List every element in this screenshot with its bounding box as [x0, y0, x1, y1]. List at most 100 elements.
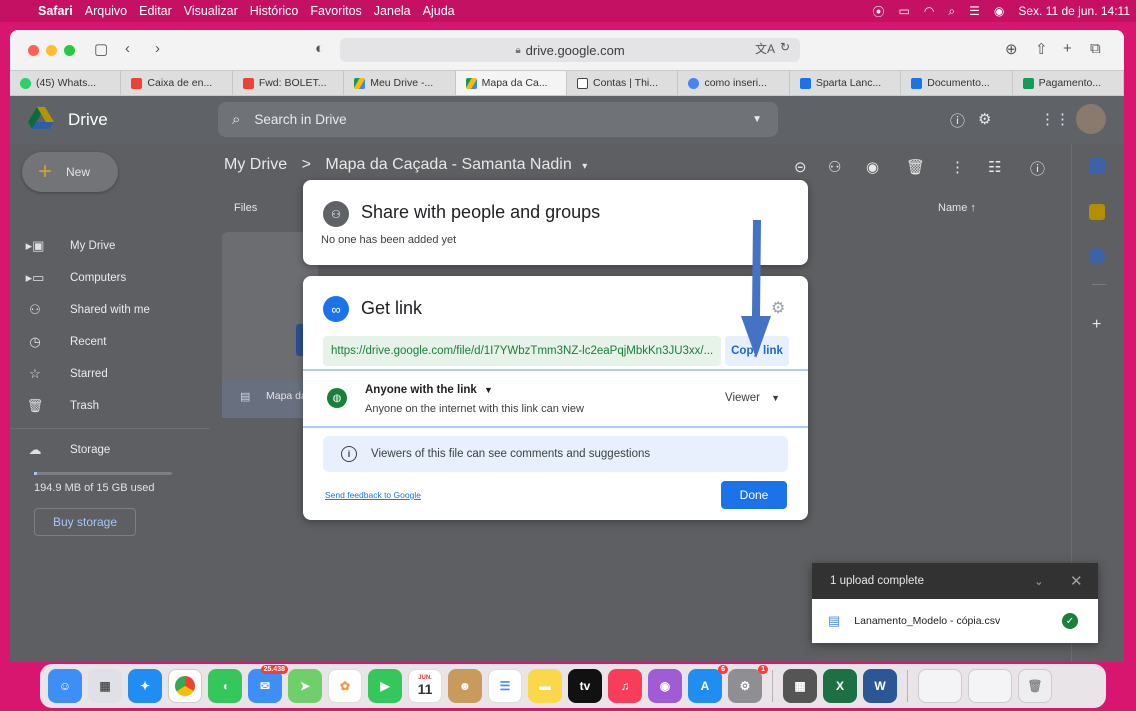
sidebar-item-starred[interactable]: ☆ Starred	[24, 362, 108, 386]
menu-historico[interactable]: Histórico	[250, 4, 299, 18]
messages-icon[interactable]: ◖	[208, 669, 242, 703]
safari-icon[interactable]: ✦	[128, 669, 162, 703]
tab-documento[interactable]: Documento...	[901, 71, 1013, 95]
tasks-icon[interactable]	[1089, 248, 1105, 264]
link-settings-gear-icon[interactable]: ⚙	[771, 298, 785, 318]
apple-tv-icon[interactable]: tv	[568, 669, 602, 703]
photos-icon[interactable]: ✿	[328, 669, 362, 703]
close-icon[interactable]: ✕	[1070, 572, 1083, 590]
podcasts-icon[interactable]: ◉	[648, 669, 682, 703]
avatar[interactable]	[1076, 104, 1106, 134]
share-people-card[interactable]: ⚇ Share with people and groups No one ha…	[303, 180, 808, 265]
role-dropdown[interactable]: Viewer ▼	[725, 392, 780, 404]
word-icon[interactable]: W	[863, 669, 897, 703]
facetime-icon[interactable]: ▶	[368, 669, 402, 703]
spotlight-icon[interactable]: ⌕	[948, 4, 955, 19]
sidebar-toggle-icon[interactable]: ▢	[94, 40, 108, 58]
privacy-shield-icon[interactable]: ◐	[315, 40, 324, 57]
search-icon[interactable]: ⌕	[232, 111, 240, 128]
done-button[interactable]: Done	[721, 481, 787, 509]
send-feedback-link[interactable]: Send feedback to Google	[325, 490, 421, 500]
info-icon[interactable]: ⓘ	[1030, 158, 1045, 179]
keep-icon[interactable]	[1089, 204, 1105, 220]
add-addon-icon[interactable]: +	[1092, 316, 1101, 334]
control-center-icon[interactable]: ☰	[969, 4, 980, 18]
tab-overview-icon[interactable]: ⧉	[1090, 40, 1101, 57]
tab-pagamento[interactable]: Pagamento...	[1013, 71, 1124, 95]
menu-ajuda[interactable]: Ajuda	[423, 4, 455, 18]
tab-google-search[interactable]: como inseri...	[678, 71, 790, 95]
reload-icon[interactable]: ↻	[780, 40, 790, 54]
sidebar-item-recent[interactable]: ◷ Recent	[24, 330, 106, 354]
address-bar[interactable]: 🔒︎ drive.google.com	[340, 38, 800, 62]
zoom-window-button[interactable]	[64, 45, 75, 56]
menu-editar[interactable]: Editar	[139, 4, 172, 18]
tab-notion-contas[interactable]: Contas | Thi...	[567, 71, 679, 95]
app-store-icon[interactable]: A6	[688, 665, 728, 703]
maps-icon[interactable]: ➤	[288, 669, 322, 703]
share-icon[interactable]: ⇧	[1035, 40, 1048, 58]
collapse-chevron-icon[interactable]: ⌄	[1034, 574, 1044, 588]
recent-window-thumbnail[interactable]	[918, 669, 962, 703]
breadcrumb-folder[interactable]: Mapa da Caçada - Samanta Nadin	[325, 156, 571, 173]
reminders-icon[interactable]: ☰	[488, 669, 522, 703]
link-url-field[interactable]: https://drive.google.com/file/d/1I7YWbzT…	[323, 336, 721, 366]
access-scope-dropdown[interactable]: Anyone with the link ▼	[365, 384, 493, 396]
uploaded-file-row[interactable]: ▤ Lanamento_Modelo - cópia.csv ✓	[812, 599, 1098, 643]
sidebar-item-storage[interactable]: ☁ Storage	[24, 438, 111, 462]
mail-icon[interactable]: ✉ 25.438	[248, 665, 288, 703]
menubar-clock[interactable]: Sex. 11 de jun. 14:11	[1018, 4, 1130, 18]
chrome-icon[interactable]	[168, 669, 202, 703]
tab-mapa-da-cacada[interactable]: Mapa da Ca...	[455, 71, 568, 95]
drive-title[interactable]: Drive	[68, 110, 108, 130]
back-icon[interactable]: ‹	[125, 40, 130, 57]
new-button[interactable]: + New	[22, 152, 118, 192]
finder-icon[interactable]: ☺	[48, 669, 82, 703]
forward-icon[interactable]: ›	[155, 40, 160, 57]
menu-visualizar[interactable]: Visualizar	[184, 4, 238, 18]
trash-icon[interactable]: 🗑︎	[906, 158, 925, 176]
tab-sparta[interactable]: Sparta Lanc...	[790, 71, 902, 95]
launchpad-icon[interactable]: ▦	[88, 669, 122, 703]
menu-favoritos[interactable]: Favoritos	[310, 4, 361, 18]
download-icon[interactable]: ⊕	[1005, 40, 1018, 58]
chevron-down-icon[interactable]: ▾	[582, 161, 587, 172]
menu-safari[interactable]: Safari	[38, 4, 73, 18]
new-tab-icon[interactable]: +	[1063, 40, 1072, 57]
calendar-icon[interactable]	[1089, 158, 1105, 174]
more-options-icon[interactable]: ⋮	[950, 158, 965, 176]
trash-icon[interactable]: 🗑︎	[1018, 669, 1052, 703]
drive-logo-icon[interactable]	[28, 107, 54, 129]
sidebar-item-computers[interactable]: ▸▭ Computers	[24, 266, 127, 290]
contacts-icon[interactable]: ☻	[448, 669, 482, 703]
help-icon[interactable]: ⓘ	[950, 110, 965, 131]
recent-window-thumbnail[interactable]	[968, 669, 1012, 703]
menu-janela[interactable]: Janela	[374, 4, 411, 18]
sort-by-name-header[interactable]: Name ↑	[938, 202, 976, 214]
buy-storage-button[interactable]: Buy storage	[34, 508, 136, 536]
preview-eye-icon[interactable]: ◉	[866, 158, 879, 176]
siri-icon[interactable]: ◉	[994, 4, 1004, 18]
search-options-icon[interactable]: ▼	[752, 114, 762, 125]
screen-record-icon[interactable]: ⦿	[873, 3, 885, 20]
excel-icon[interactable]: X	[823, 669, 857, 703]
settings-gear-icon[interactable]: ⚙	[978, 110, 991, 128]
search-input[interactable]: ⌕ Search in Drive ▼	[218, 102, 778, 137]
wifi-icon[interactable]: ◠	[924, 4, 934, 18]
tab-gmail-inbox[interactable]: Caixa de en...	[121, 71, 233, 95]
add-person-icon[interactable]: ⚇	[828, 158, 841, 176]
music-icon[interactable]: ♫	[608, 669, 642, 703]
battery-icon[interactable]: ▭	[899, 4, 910, 18]
sidebar-item-my-drive[interactable]: ▸▣ My Drive	[24, 234, 116, 258]
calculator-icon[interactable]: ▦	[783, 669, 817, 703]
notes-icon[interactable]: ▬	[528, 669, 562, 703]
tab-gmail-fwd[interactable]: Fwd: BOLET...	[233, 71, 345, 95]
translate-icon[interactable]: 文A	[755, 40, 775, 57]
tab-meu-drive[interactable]: Meu Drive -...	[344, 71, 456, 95]
list-view-icon[interactable]: ☷	[988, 158, 1001, 176]
close-window-button[interactable]	[28, 45, 39, 56]
link-icon[interactable]: ⊝	[794, 158, 807, 176]
menu-arquivo[interactable]: Arquivo	[85, 4, 127, 18]
sidebar-item-trash[interactable]: 🗑︎ Trash	[24, 394, 99, 418]
breadcrumb-my-drive[interactable]: My Drive	[224, 156, 287, 173]
